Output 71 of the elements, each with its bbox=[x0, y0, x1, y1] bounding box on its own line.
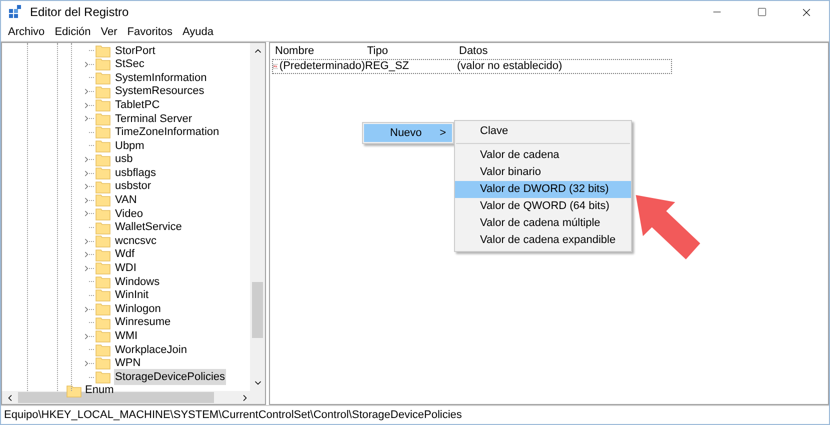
status-path: Equipo\HKEY_LOCAL_MACHINE\SYSTEM\CurrentControlSet\Control\StorageDevicePolicies bbox=[4, 408, 462, 423]
folder-icon bbox=[95, 166, 111, 180]
menu-item[interactable]: Archivo bbox=[3, 24, 50, 40]
menu-item[interactable]: Valor de cadena expandible bbox=[455, 232, 631, 249]
expand-icon[interactable] bbox=[82, 182, 91, 192]
expand-icon[interactable] bbox=[82, 264, 91, 273]
folder-icon bbox=[95, 44, 111, 58]
expand-icon[interactable] bbox=[82, 114, 91, 124]
column-header[interactable]: Tipo bbox=[367, 42, 459, 60]
scroll-thumb[interactable] bbox=[252, 282, 263, 338]
column-header[interactable]: Nombre bbox=[275, 42, 367, 60]
expand-icon[interactable] bbox=[82, 168, 91, 178]
expand-icon[interactable] bbox=[82, 60, 91, 69]
string-value-icon bbox=[273, 61, 278, 72]
menu-item[interactable]: Ver bbox=[96, 24, 122, 40]
folder-icon bbox=[95, 342, 111, 357]
expand-icon[interactable] bbox=[82, 332, 91, 341]
menu-item[interactable]: Valor de QWORD (64 bits) bbox=[455, 198, 631, 215]
menu-item[interactable]: Valor de cadena bbox=[455, 147, 631, 164]
window-title: Editor del Registro bbox=[30, 4, 129, 21]
folder-icon bbox=[95, 98, 111, 112]
folder-icon bbox=[95, 112, 111, 126]
folder-icon bbox=[95, 370, 111, 384]
menu-item[interactable]: Favoritos bbox=[122, 24, 178, 40]
expand-icon[interactable] bbox=[82, 155, 91, 164]
folder-icon bbox=[95, 302, 111, 316]
menu-item[interactable]: Valor de DWORD (32 bits) bbox=[455, 181, 631, 198]
expand-icon[interactable] bbox=[82, 250, 91, 260]
folder-icon bbox=[95, 125, 111, 140]
menu-item[interactable]: Edición bbox=[50, 24, 96, 40]
folder-icon bbox=[95, 356, 111, 370]
tree-item[interactable]: StorageDevicePolicies bbox=[114, 368, 226, 386]
folder-icon bbox=[95, 84, 111, 99]
menu-item[interactable]: Clave bbox=[455, 123, 631, 140]
menu-item[interactable]: Ayuda bbox=[178, 24, 219, 40]
folder-icon bbox=[95, 220, 111, 235]
expand-icon[interactable] bbox=[82, 100, 91, 110]
folder-icon bbox=[95, 180, 111, 194]
menu-item[interactable]: Valor de cadena múltiple bbox=[455, 215, 631, 232]
folder-icon bbox=[95, 138, 111, 153]
folder-icon bbox=[95, 234, 111, 248]
folder-icon bbox=[95, 57, 111, 72]
folder-icon bbox=[95, 206, 111, 221]
expand-icon[interactable] bbox=[82, 358, 91, 368]
scroll-thumb[interactable] bbox=[18, 392, 214, 403]
folder-icon bbox=[95, 70, 111, 85]
expand-icon[interactable] bbox=[82, 304, 91, 314]
folder-icon bbox=[95, 248, 111, 262]
table-cell-text: (Predeterminado) bbox=[279, 59, 365, 74]
menu-item[interactable]: Valor binario bbox=[455, 164, 631, 181]
table-row[interactable]: (Predeterminado)REG_SZ (valor no establecido) bbox=[272, 59, 672, 74]
expand-icon[interactable] bbox=[82, 87, 91, 96]
folder-icon bbox=[95, 288, 111, 302]
vertical-scrollbar[interactable] bbox=[250, 43, 265, 391]
folder-icon bbox=[95, 152, 111, 167]
folder-icon bbox=[95, 193, 111, 208]
expand-icon[interactable] bbox=[82, 209, 91, 218]
folder-icon bbox=[95, 274, 111, 289]
expand-icon[interactable] bbox=[82, 196, 91, 205]
folder-icon bbox=[66, 384, 82, 398]
registry-icon bbox=[8, 5, 22, 19]
folder-icon bbox=[95, 329, 111, 344]
menu-item[interactable]: Nuevo > bbox=[364, 124, 452, 142]
column-header[interactable]: Datos bbox=[459, 42, 488, 60]
tree-item[interactable]: Enum bbox=[85, 382, 114, 399]
maximize-icon bbox=[756, 7, 766, 17]
expand-icon[interactable] bbox=[82, 236, 91, 246]
table-cell-text: (valor no establecido) bbox=[457, 59, 562, 74]
folder-icon bbox=[95, 261, 111, 276]
table-cell-text: REG_SZ bbox=[365, 59, 410, 74]
folder-icon bbox=[95, 316, 111, 330]
